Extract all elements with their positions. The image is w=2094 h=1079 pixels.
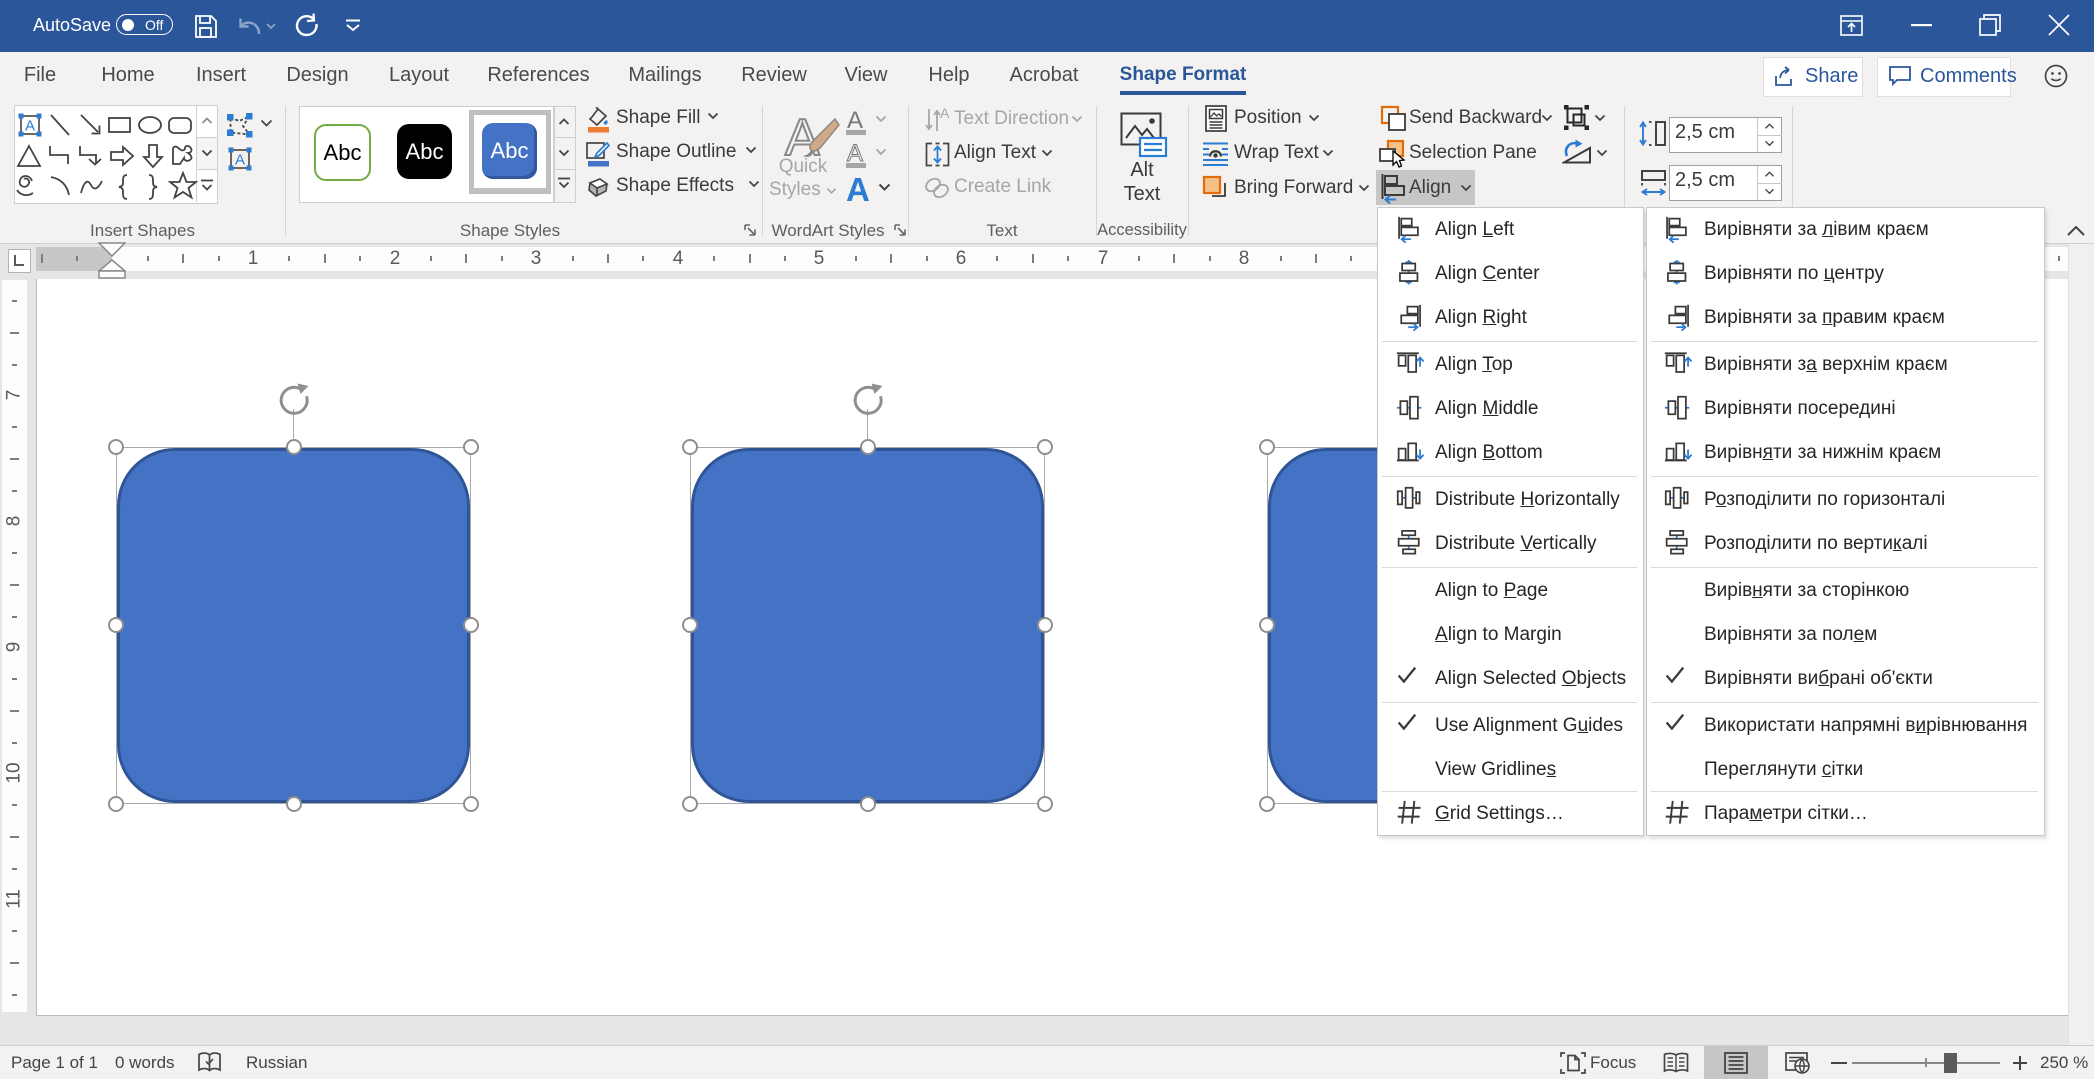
svg-text:A: A	[940, 107, 950, 121]
svg-text:A: A	[235, 152, 245, 169]
svg-text:A: A	[25, 118, 35, 135]
